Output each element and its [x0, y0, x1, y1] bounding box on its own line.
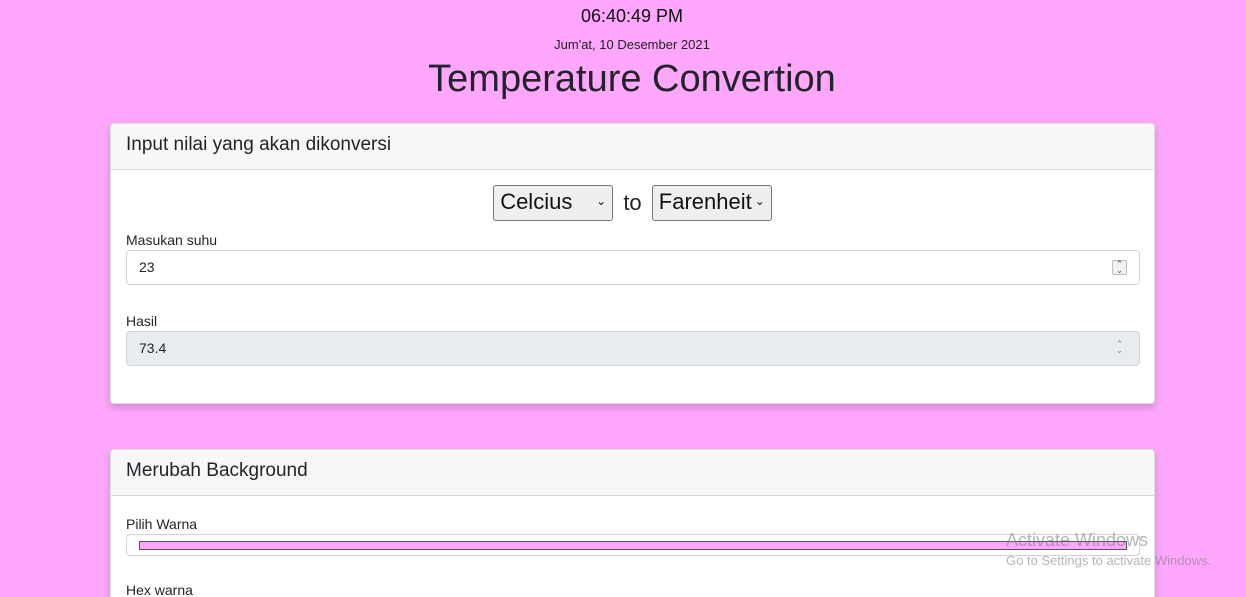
color-picker-label: Pilih Warna [126, 516, 198, 532]
chevron-down-icon: ⌄ [754, 194, 765, 208]
watermark-line-1: Activate Windows [1006, 530, 1149, 550]
converter-card: Input nilai yang akan dikonversi Celcius… [110, 123, 1155, 404]
chevron-down-icon: ⌄ [596, 194, 607, 208]
to-unit-value: Farenheit [658, 189, 752, 214]
temperature-input-value: 23 [139, 259, 155, 275]
date-text: Jum'at, 10 Desember 2021 [554, 37, 710, 52]
watermark-line-2: Go to Settings to activate Windows. [1006, 553, 1212, 568]
temperature-input-label: Masukan suhu [126, 232, 218, 248]
from-unit-value: Celcius [500, 189, 573, 214]
background-card-header: Merubah Background [111, 450, 1154, 496]
unit-selector-row: Celcius ⌄ to Farenheit ⌄ [111, 185, 1154, 221]
number-spinner-icon: ⌃ ⌄ [1115, 339, 1124, 355]
converter-card-header: Input nilai yang akan dikonversi [111, 124, 1154, 170]
activate-windows-watermark: Activate Windows Go to Settings to activ… [1006, 530, 1211, 568]
background-card: Merubah Background Pilih Warna Hex warna [110, 449, 1155, 597]
number-spinner-icon[interactable]: ⌃ ⌄ [1112, 260, 1127, 275]
result-field: 73.4 ⌃ ⌄ [126, 331, 1140, 366]
result-label: Hasil [126, 313, 158, 329]
temperature-input[interactable]: 23 ⌃ ⌄ [126, 250, 1140, 285]
hex-color-label: Hex warna [126, 582, 193, 597]
page-title: Temperature Convertion [428, 58, 836, 100]
color-picker-input[interactable] [126, 534, 1140, 556]
to-unit-select[interactable]: Farenheit ⌄ [651, 185, 772, 221]
result-value: 73.4 [139, 340, 167, 356]
color-swatch [139, 541, 1127, 550]
clock-text: 06:40:49 PM [580, 6, 684, 26]
from-unit-select[interactable]: Celcius ⌄ [493, 185, 614, 221]
to-label: to [623, 190, 642, 215]
